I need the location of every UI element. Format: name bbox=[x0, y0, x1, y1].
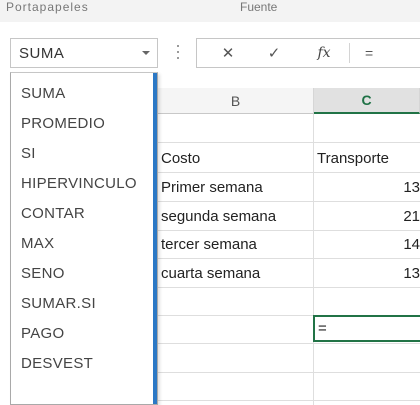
cell-c-row[interactable]: 14 bbox=[317, 230, 420, 258]
function-item-max[interactable]: MAX bbox=[21, 231, 54, 255]
row-divider bbox=[158, 343, 420, 344]
function-item-suma[interactable]: SUMA bbox=[21, 81, 66, 105]
cell-b-row[interactable]: Primer semana bbox=[161, 173, 313, 201]
cell-c-header[interactable]: Transporte bbox=[317, 144, 420, 172]
formula-input[interactable]: = bbox=[353, 39, 420, 67]
function-item-sumar-si[interactable]: SUMAR.SI bbox=[21, 291, 96, 315]
active-cell-value: = bbox=[318, 320, 327, 337]
function-item-promedio[interactable]: PROMEDIO bbox=[21, 111, 105, 135]
ribbon-group-font: Fuente bbox=[240, 0, 278, 14]
list-scrollbar[interactable] bbox=[153, 73, 157, 404]
name-box[interactable]: SUMA bbox=[10, 38, 158, 68]
function-item-desvest[interactable]: DESVEST bbox=[21, 351, 93, 375]
cell-c-row[interactable]: 21 bbox=[317, 202, 420, 230]
column-header-c[interactable]: C bbox=[314, 88, 420, 114]
formula-bar: ✕ ✓ fx = bbox=[196, 38, 420, 68]
row-divider bbox=[158, 372, 420, 373]
function-item-seno[interactable]: SENO bbox=[21, 261, 65, 285]
function-item-contar[interactable]: CONTAR bbox=[21, 201, 85, 225]
row-divider bbox=[158, 287, 420, 288]
cell-b-header[interactable]: Costo bbox=[161, 144, 313, 172]
column-divider bbox=[313, 114, 314, 405]
cell-b-row[interactable]: tercer semana bbox=[161, 230, 313, 258]
chevron-down-icon[interactable] bbox=[135, 39, 157, 67]
function-item-pago[interactable]: PAGO bbox=[21, 321, 64, 345]
active-cell[interactable]: = bbox=[313, 315, 420, 342]
cell-c-row[interactable]: 13 bbox=[317, 173, 420, 201]
name-box-value: SUMA bbox=[19, 45, 65, 62]
ribbon-group-clipboard: Portapapeles bbox=[6, 0, 89, 14]
column-header-b[interactable]: B bbox=[158, 88, 314, 114]
check-icon[interactable]: ✓ bbox=[257, 39, 291, 67]
cell-b-row[interactable]: cuarta semana bbox=[161, 259, 313, 287]
row-divider bbox=[158, 400, 420, 401]
function-icon[interactable]: fx bbox=[307, 39, 341, 67]
close-icon[interactable]: ✕ bbox=[211, 39, 245, 67]
function-dropdown-list[interactable]: SUMA PROMEDIO SI HIPERVINCULO CONTAR MAX… bbox=[10, 72, 158, 405]
function-item-hipervinculo[interactable]: HIPERVINCULO bbox=[21, 171, 137, 195]
cell-b-row[interactable]: segunda semana bbox=[161, 202, 313, 230]
function-item-si[interactable]: SI bbox=[21, 141, 36, 165]
row-divider bbox=[158, 142, 420, 143]
formula-bar-divider bbox=[349, 43, 350, 63]
ribbon-group-labels: Portapapeles Fuente bbox=[0, 0, 420, 23]
formula-bar-grip[interactable] bbox=[176, 42, 180, 64]
cell-c-row[interactable]: 13 bbox=[317, 259, 420, 287]
